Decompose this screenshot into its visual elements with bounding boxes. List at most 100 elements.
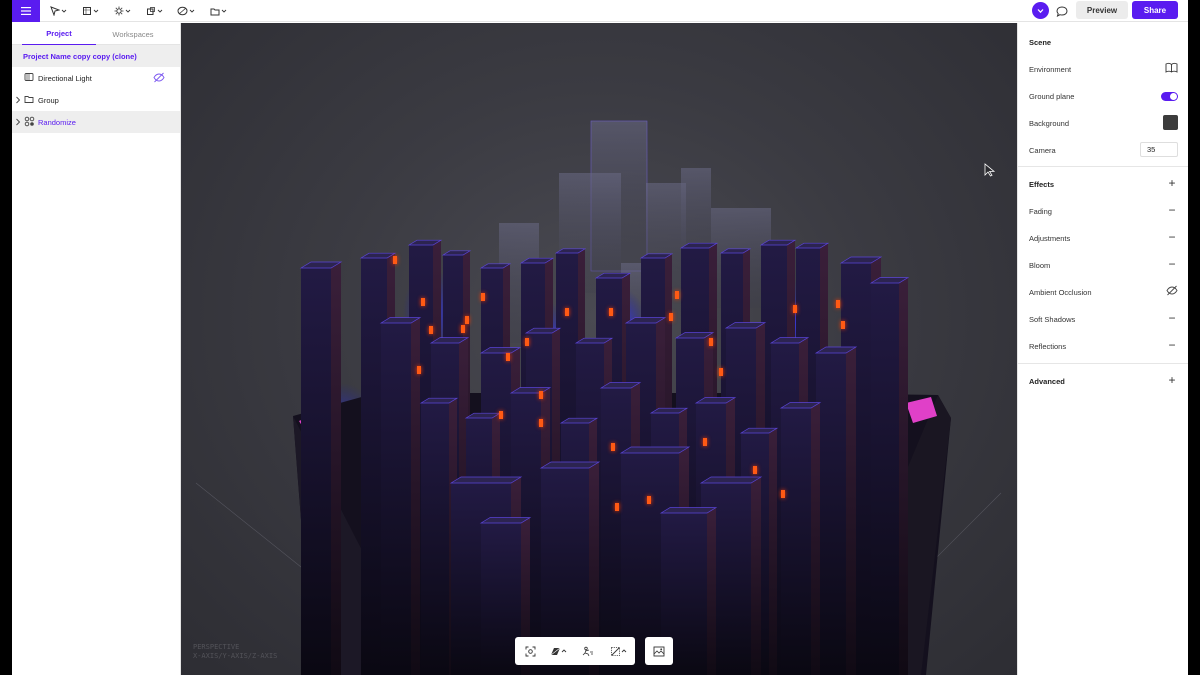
effect-label: Bloom xyxy=(1029,261,1051,270)
menu-button[interactable] xyxy=(12,0,40,22)
app-window: Preview Share Project Workspaces Project… xyxy=(12,0,1188,675)
focus-button[interactable] xyxy=(523,643,537,659)
effects-section-header[interactable]: Effects + xyxy=(1018,174,1188,194)
effect-label: Ambient Occlusion xyxy=(1029,288,1092,297)
lit-window xyxy=(506,353,510,361)
divider xyxy=(1018,166,1188,167)
primitive-tool-button[interactable] xyxy=(76,0,104,22)
environment-button[interactable] xyxy=(1165,62,1178,75)
effect-label: Soft Shadows xyxy=(1029,315,1076,324)
environment-row[interactable]: Environment xyxy=(1018,59,1188,79)
mouse-cursor-icon xyxy=(984,163,996,177)
export-image-button[interactable] xyxy=(645,637,673,665)
lit-window xyxy=(647,496,651,504)
effect-row-reflections[interactable]: Reflections − xyxy=(1018,336,1188,356)
user-avatar-button[interactable] xyxy=(1032,2,1049,19)
ground-plane-row: Ground plane xyxy=(1018,86,1188,106)
light-tool-icon xyxy=(114,6,123,16)
tab-workspaces[interactable]: Workspaces xyxy=(96,23,170,45)
lit-window xyxy=(675,291,679,299)
effect-row-adjustments[interactable]: Adjustments − xyxy=(1018,228,1188,248)
eye-off-icon[interactable] xyxy=(1166,285,1178,296)
layer-label: Directional Light xyxy=(38,74,92,83)
effect-row-ambient-occlusion[interactable]: Ambient Occlusion xyxy=(1018,282,1188,302)
tower xyxy=(779,402,822,675)
ground-plane-label: Ground plane xyxy=(1029,92,1075,101)
remove-effect-icon[interactable]: − xyxy=(1166,312,1178,324)
remove-effect-icon[interactable]: − xyxy=(1166,339,1178,351)
object-tool-button[interactable] xyxy=(140,0,168,22)
layer-item-directional-light[interactable]: Directional Light xyxy=(12,67,180,89)
effect-row-soft-shadows[interactable]: Soft Shadows − xyxy=(1018,309,1188,329)
city-scene-render xyxy=(195,120,1002,675)
material-tool-button[interactable] xyxy=(172,0,200,22)
lit-window xyxy=(709,338,713,346)
lit-window xyxy=(499,411,503,419)
chat-bubble-icon xyxy=(1056,5,1068,17)
chevron-down-icon xyxy=(61,9,66,13)
properties-panel: Scene Environment Ground plane Backgroun… xyxy=(1017,23,1188,675)
add-effect-icon[interactable]: + xyxy=(1166,177,1178,189)
object-tool-icon xyxy=(146,7,155,15)
lit-window xyxy=(525,338,529,346)
remove-effect-icon[interactable]: − xyxy=(1166,231,1178,243)
project-name[interactable]: Project Name copy copy (clone) xyxy=(12,45,180,67)
folder-icon xyxy=(210,8,219,15)
tab-project[interactable]: Project xyxy=(22,23,96,45)
chevron-down-icon xyxy=(1037,8,1044,13)
layers-panel: Project Workspaces Project Name copy cop… xyxy=(12,23,181,675)
viewport-toolbar xyxy=(515,637,635,665)
chevron-up-icon xyxy=(561,649,566,653)
select-tool-button[interactable] xyxy=(44,0,72,22)
effect-row-bloom[interactable]: Bloom − xyxy=(1018,255,1188,275)
lit-window xyxy=(539,391,543,399)
lit-window xyxy=(836,300,840,308)
animation-button[interactable] xyxy=(581,643,595,659)
environment-label: Environment xyxy=(1029,65,1072,74)
chevron-down-icon xyxy=(221,9,226,13)
render-button[interactable] xyxy=(607,643,629,659)
effect-row-fading[interactable]: Fading − xyxy=(1018,201,1188,221)
eye-off-icon[interactable] xyxy=(153,72,165,83)
divider xyxy=(1018,363,1188,364)
render-icon xyxy=(610,646,620,656)
comments-button[interactable] xyxy=(1054,3,1070,19)
lit-window xyxy=(719,368,723,376)
primitive-tool-icon xyxy=(82,7,91,15)
advanced-heading: Advanced xyxy=(1029,377,1065,386)
view-mode-button[interactable] xyxy=(547,643,569,659)
layer-item-group[interactable]: Group xyxy=(12,89,180,111)
advanced-section-header[interactable]: Advanced + xyxy=(1018,371,1188,391)
3d-viewport[interactable]: PERSPECTIVE X-AXIS/Y-AXIS/Z-AXIS xyxy=(181,23,1017,675)
layer-item-randomize[interactable]: Randomize xyxy=(12,111,180,133)
book-icon xyxy=(1165,62,1178,73)
lit-window xyxy=(753,466,757,474)
lit-window xyxy=(417,366,421,374)
share-button[interactable]: Share xyxy=(1132,1,1178,19)
chevron-right-icon[interactable] xyxy=(15,96,21,104)
remove-effect-icon[interactable]: − xyxy=(1166,204,1178,216)
camera-axis-label: X-AXIS/Y-AXIS/Z-AXIS xyxy=(193,652,278,660)
lit-window xyxy=(611,443,615,451)
camera-mode-label: PERSPECTIVE xyxy=(193,643,240,651)
layer-label: Group xyxy=(38,96,59,105)
scene-section-header: Scene xyxy=(1018,32,1188,52)
ground-plane-toggle[interactable] xyxy=(1161,92,1178,101)
light-tool-button[interactable] xyxy=(108,0,136,22)
lit-window xyxy=(781,490,785,498)
effect-label: Fading xyxy=(1029,207,1052,216)
focus-icon xyxy=(525,646,535,656)
chevron-right-icon[interactable] xyxy=(15,118,21,126)
lit-window xyxy=(465,316,469,324)
camera-fov-input[interactable]: 35 xyxy=(1140,142,1178,157)
camera-label: Camera xyxy=(1029,146,1056,155)
preview-button[interactable]: Preview xyxy=(1076,1,1128,19)
lit-window xyxy=(793,305,797,313)
tower xyxy=(379,317,422,675)
tower xyxy=(814,346,858,675)
remove-effect-icon[interactable]: − xyxy=(1166,258,1178,270)
expand-advanced-icon[interactable]: + xyxy=(1166,374,1178,386)
background-color-swatch[interactable] xyxy=(1163,115,1178,130)
folder-menu-button[interactable] xyxy=(204,0,232,22)
view-mode-icon xyxy=(550,647,560,655)
